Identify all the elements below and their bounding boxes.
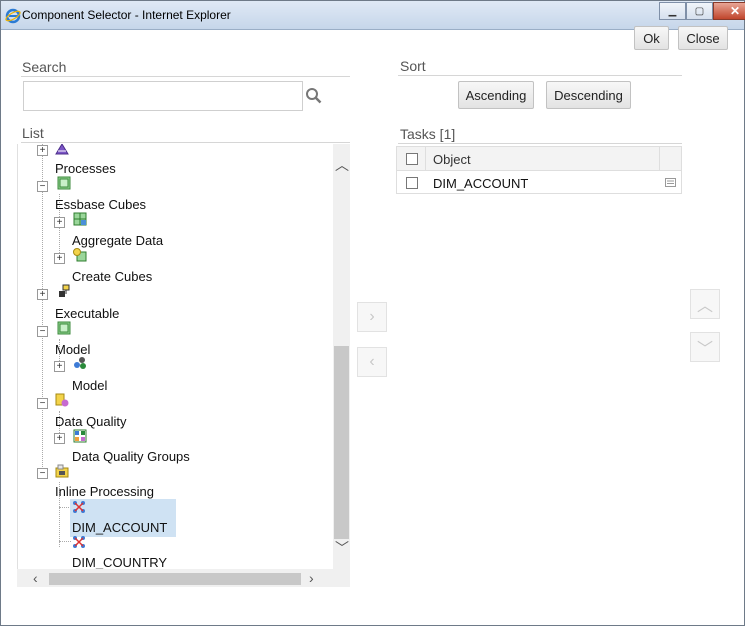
scroll-right-arrow-icon[interactable]: › [309,571,314,585]
scroll-up-arrow-icon[interactable]: ︿ [335,158,349,172]
essbase-cubes-icon [57,176,71,190]
expand-toggle[interactable]: + [37,145,48,156]
table-row[interactable]: DIM_ACCOUNT [397,171,681,194]
column-header-object: Object [433,152,471,167]
list-divider [21,142,350,143]
collapse-toggle[interactable]: − [37,326,48,337]
expand-toggle[interactable]: + [54,253,65,264]
remove-from-tasks-button[interactable]: ‹ [357,347,387,377]
dimension-icon [73,536,85,548]
select-all-checkbox[interactable] [406,153,418,165]
window-close-button[interactable]: ✕ [713,2,745,20]
tree-item-dim-country[interactable]: DIM_COUNTRY [72,555,167,570]
data-quality-groups-icon [73,429,87,443]
ascending-button[interactable]: Ascending [458,81,534,109]
tree-item-data-quality[interactable]: Data Quality [55,414,127,429]
tasks-label: Tasks [1] [400,126,456,142]
tree-item-executable[interactable]: Executable [55,306,119,321]
model-icon [74,357,86,369]
sort-divider [398,75,682,76]
scroll-left-arrow-icon[interactable]: ‹ [33,571,38,585]
minimize-button[interactable]: ▁ [659,2,686,20]
model-folder-icon [57,321,71,335]
tree-item-dim-account[interactable]: DIM_ACCOUNT [72,520,167,535]
collapse-toggle[interactable]: − [37,398,48,409]
descending-button[interactable]: Descending [546,81,631,109]
task-options-icon[interactable] [665,178,676,187]
tasks-table: Object DIM_ACCOUNT [396,146,682,194]
list-label: List [22,125,44,141]
tree-item-model[interactable]: Model [72,378,107,393]
row-checkbox[interactable] [406,177,418,189]
tree-item-essbase-cubes[interactable]: Essbase Cubes [55,197,146,212]
tree-connector [59,541,71,542]
title-bar: Component Selector - Internet Explorer ▁… [1,1,745,30]
tree-item-data-quality-groups[interactable]: Data Quality Groups [72,449,190,464]
close-button[interactable]: Close [678,26,728,50]
expand-toggle[interactable]: + [54,433,65,444]
search-divider [21,76,350,77]
tree-item-inline-processing[interactable]: Inline Processing [55,484,154,499]
caption-buttons: ▁ ▢ ✕ [659,2,745,21]
collapse-toggle[interactable]: − [37,181,48,192]
dimension-icon [73,501,85,513]
expand-toggle[interactable]: + [37,289,48,300]
collapse-toggle[interactable]: − [37,468,48,479]
tree-item-model-folder[interactable]: Model [55,342,90,357]
tree-horizontal-scroll-thumb[interactable] [49,573,301,585]
aggregate-data-icon [73,212,87,226]
scroll-down-arrow-icon[interactable]: ﹀ [335,541,349,555]
tasks-divider [398,143,682,144]
search-label: Search [22,59,67,75]
expand-toggle[interactable]: + [54,217,65,228]
executable-icon [59,284,70,297]
component-selector-window: Component Selector - Internet Explorer ▁… [0,0,745,626]
search-icon[interactable] [305,87,323,105]
ok-button[interactable]: Ok [634,26,669,50]
table-header-row: Object [397,147,681,171]
move-up-button[interactable]: ︿ [690,289,720,319]
processes-icon [55,144,69,155]
column-divider [659,147,660,171]
component-tree: + Processes − Essbase Cubes + Aggregate … [17,144,350,587]
window-title: Component Selector - Internet Explorer [22,8,231,22]
internet-explorer-icon [5,8,21,24]
column-divider [425,147,426,171]
add-to-tasks-button[interactable]: › [357,302,387,332]
tree-item-processes[interactable]: Processes [55,161,116,176]
move-down-button[interactable]: ﹀ [690,332,720,362]
tree-connector [42,144,43,479]
tree-item-create-cubes[interactable]: Create Cubes [72,269,152,284]
task-object-name: DIM_ACCOUNT [433,176,529,191]
sort-label: Sort [400,58,426,74]
tree-vertical-scroll-thumb[interactable] [334,346,349,539]
inline-processing-icon [55,464,69,478]
maximize-button[interactable]: ▢ [686,2,713,20]
tree-item-aggregate-data[interactable]: Aggregate Data [72,233,163,248]
data-quality-icon [55,393,69,407]
search-input[interactable] [23,81,303,111]
create-cubes-icon [73,248,87,262]
expand-toggle[interactable]: + [54,361,65,372]
